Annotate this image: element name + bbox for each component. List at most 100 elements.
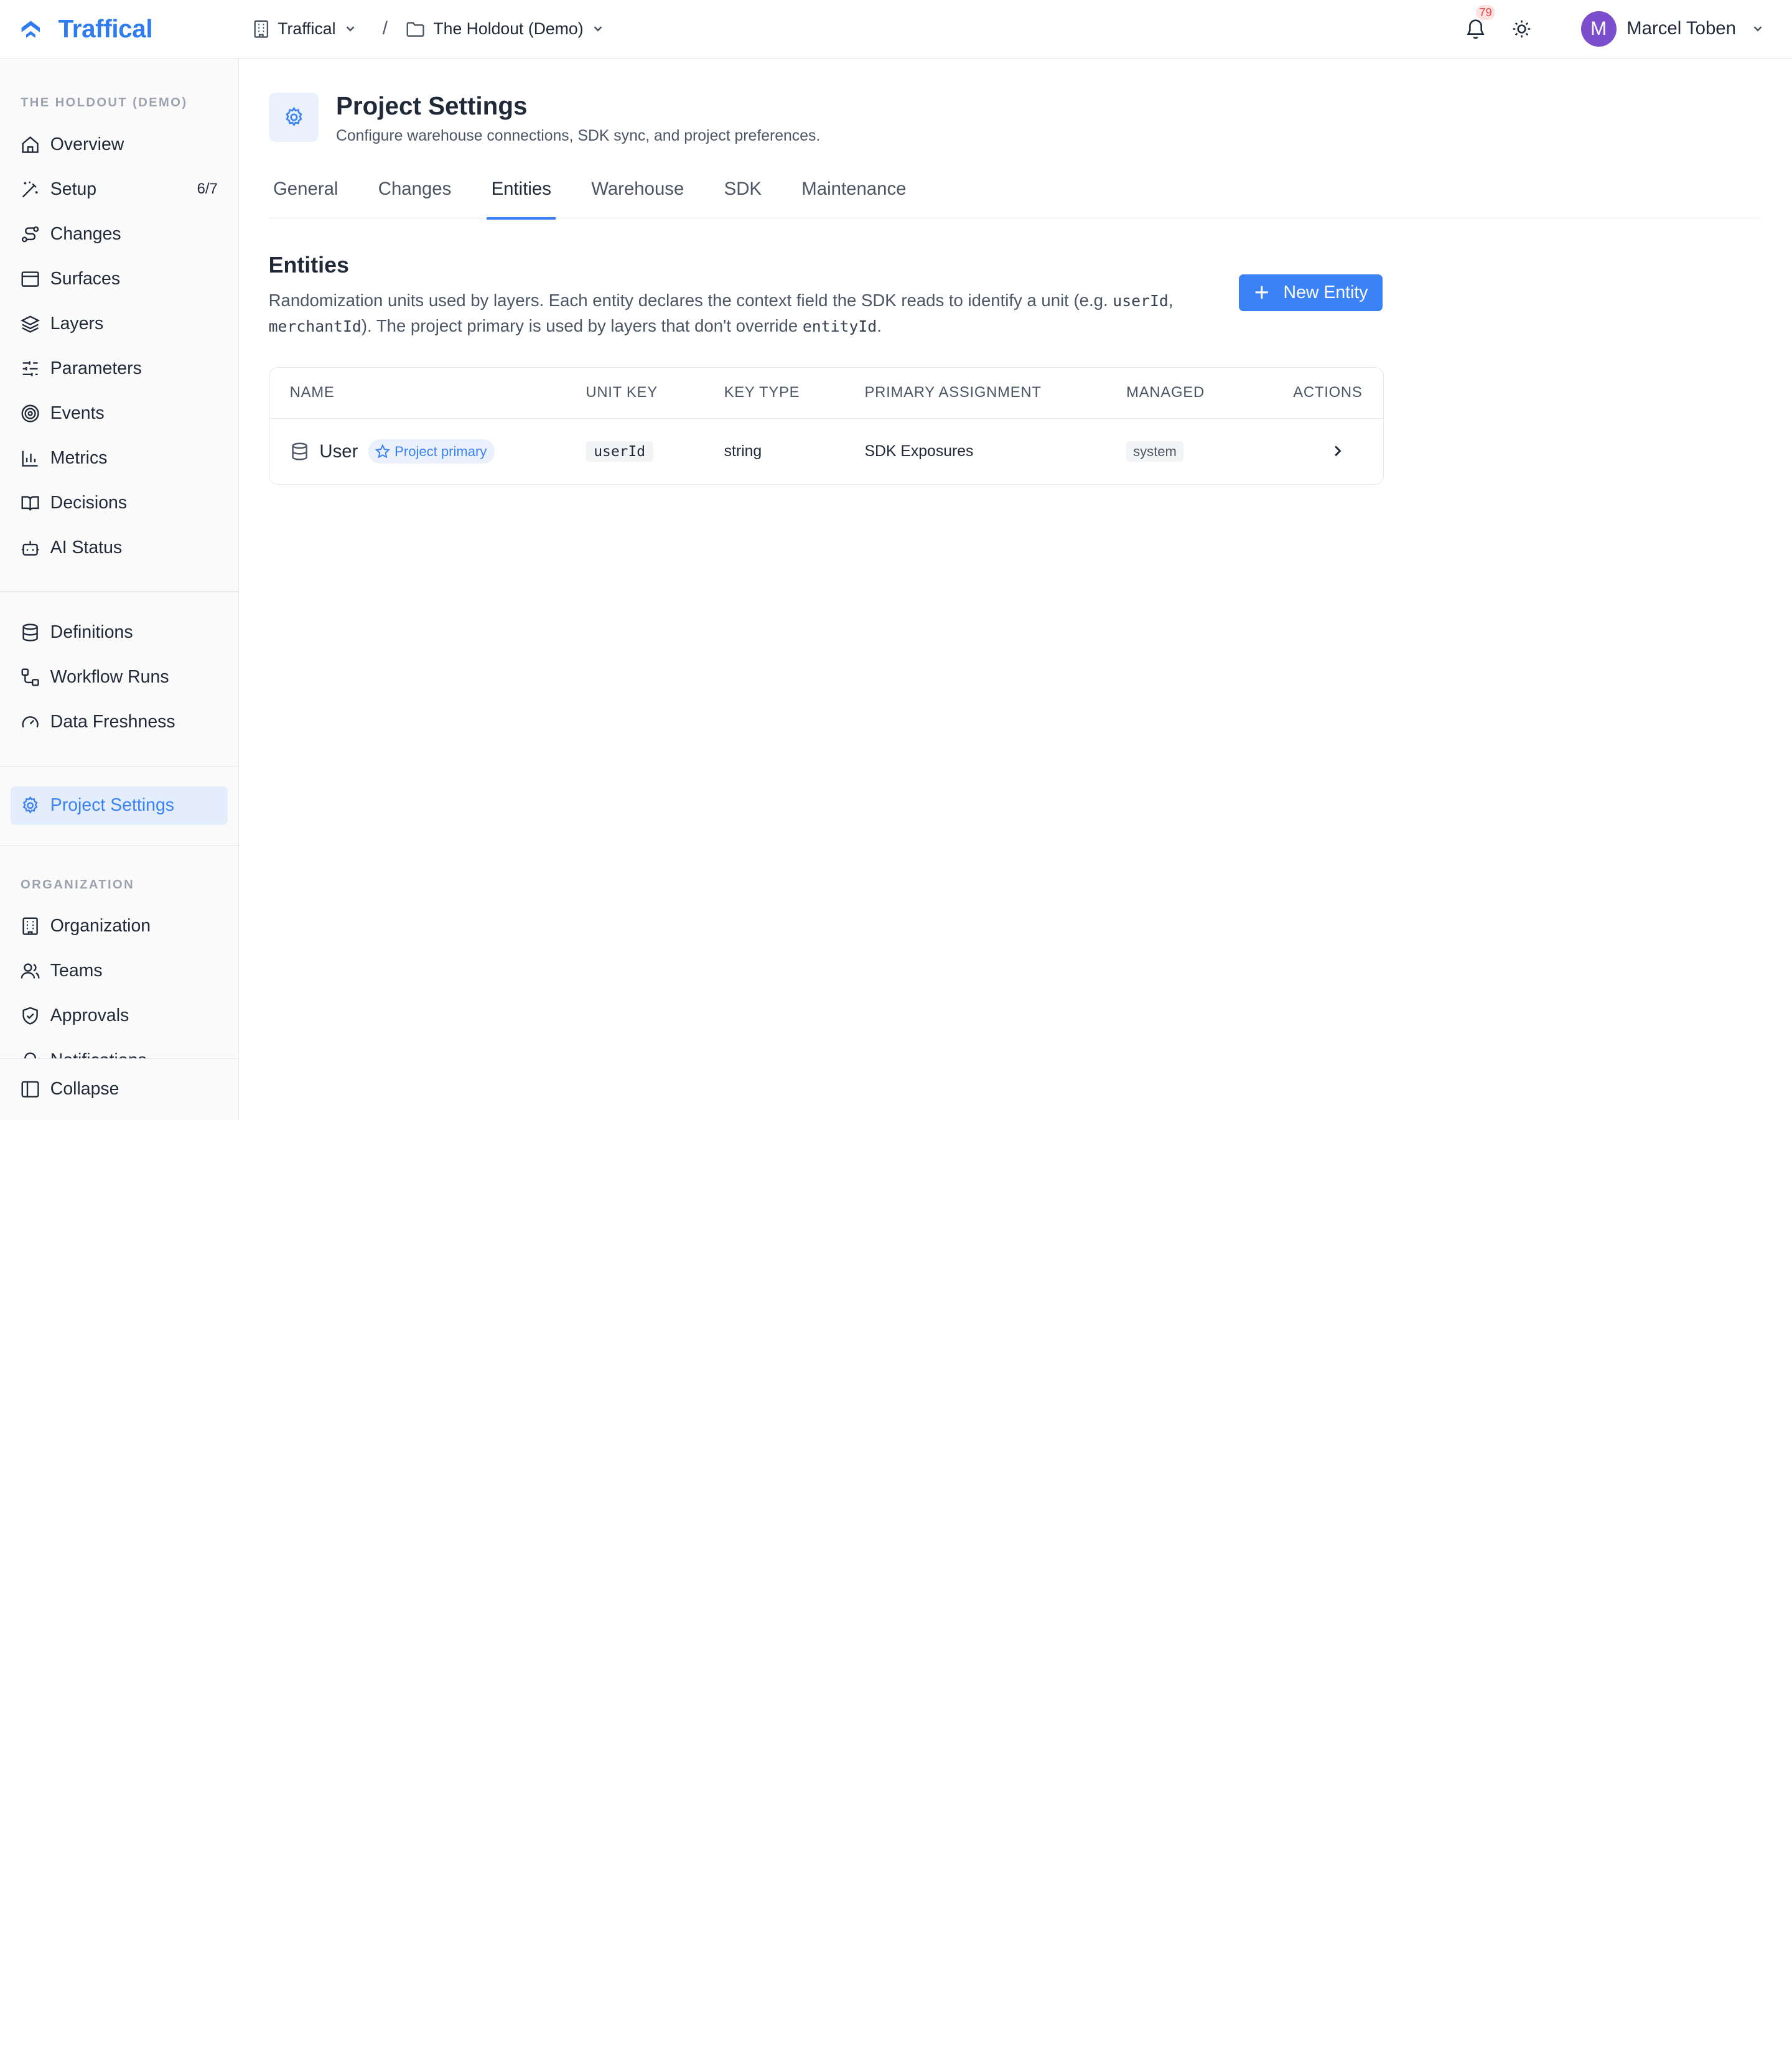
code-snippet: merchantId — [268, 317, 362, 336]
sidebar-item-project-settings[interactable]: Project Settings — [10, 786, 228, 826]
workflow-icon — [21, 668, 39, 686]
notification-count-badge: 79 — [1475, 4, 1496, 20]
org-name: Traffical — [278, 19, 336, 38]
sidebar-item-layers[interactable]: Layers — [11, 304, 228, 343]
bar-chart-icon — [22, 450, 38, 467]
home-icon — [22, 136, 39, 153]
managed-badge: system — [1126, 441, 1183, 462]
tab-changes[interactable]: Changes — [373, 171, 455, 218]
tab-maintenance[interactable]: Maintenance — [797, 171, 911, 218]
sidebar-item-label: Decisions — [50, 492, 128, 513]
page-header: Project Settings Configure warehouse con… — [268, 91, 820, 145]
avatar: M — [1580, 11, 1617, 47]
sidebar-item-label: Changes — [50, 223, 121, 244]
brand[interactable]: Traffical — [0, 0, 239, 58]
sidebar-item-metrics[interactable]: Metrics — [11, 439, 228, 477]
sliders-icon — [22, 361, 38, 376]
bot-icon — [21, 541, 39, 556]
gauge-icon — [22, 716, 39, 728]
gear-icon — [285, 106, 302, 126]
column-header-managed: MANAGED — [1126, 384, 1205, 401]
sidebar-item-label: Overview — [50, 134, 124, 154]
table-row[interactable]: User Project primary userId string SDK E… — [269, 419, 1384, 484]
sun-icon — [1513, 20, 1530, 38]
sidebar-item-decisions[interactable]: Decisions — [11, 483, 228, 522]
sidebar-item-label: AI Status — [50, 537, 123, 557]
new-entity-button[interactable]: New Entity — [1238, 274, 1383, 311]
project-switcher[interactable]: The Holdout (Demo) — [406, 19, 605, 39]
chevron-right-icon — [1335, 445, 1342, 456]
settings-tabs: General Changes Entities Warehouse SDK M… — [268, 171, 1762, 220]
plus-icon — [1255, 286, 1268, 299]
sidebar-item-label: Data Freshness — [50, 711, 175, 732]
database-icon — [22, 623, 38, 641]
sidebar-item-label: Events — [50, 403, 105, 423]
entity-name-cell: User Project primary — [290, 439, 495, 464]
sidebar-item-surfaces[interactable]: Surfaces — [11, 259, 228, 298]
sidebar-item-definitions[interactable]: Definitions — [11, 613, 228, 651]
user-menu[interactable]: M Marcel Toben — [1580, 11, 1765, 47]
sidebar: THE HOLDOUT (DEMO) Overview Setup 6/7 Ch… — [0, 58, 239, 1120]
new-entity-label: New Entity — [1283, 282, 1368, 302]
app-root: Traffical Traffical / The Holdout (Demo)… — [0, 0, 1792, 1120]
code-snippet: userId — [1113, 291, 1169, 310]
traffical-logo-icon — [21, 21, 40, 39]
sidebar-collapse-bar: Collapse — [0, 1058, 238, 1120]
sidebar-item-label: Layers — [50, 313, 104, 334]
sidebar-item-label: Workflow Runs — [50, 666, 169, 687]
sidebar-item-changes[interactable]: Changes — [11, 215, 228, 253]
page-title: Project Settings — [335, 91, 528, 120]
sidebar-item-label: Organization — [50, 916, 151, 936]
project-name: The Holdout (Demo) — [433, 19, 584, 38]
bell-icon — [1467, 19, 1485, 39]
sidebar-item-approvals[interactable]: Approvals — [11, 997, 228, 1035]
sidebar-item-workflow-runs[interactable]: Workflow Runs — [11, 658, 228, 696]
collapse-button[interactable]: Collapse — [11, 1070, 228, 1109]
tab-warehouse[interactable]: Warehouse — [587, 171, 689, 218]
sidebar-item-label: Setup — [50, 179, 97, 199]
project-section-label: THE HOLDOUT (DEMO) — [21, 96, 188, 110]
wand-icon — [22, 181, 38, 198]
tab-entities[interactable]: Entities — [487, 171, 557, 220]
sidebar-item-setup[interactable]: Setup 6/7 — [11, 170, 228, 208]
column-header-unit-key: UNIT KEY — [586, 384, 658, 401]
tab-sdk[interactable]: SDK — [719, 171, 766, 218]
sidebar-item-overview[interactable]: Overview — [11, 125, 228, 164]
sidebar-item-label: Parameters — [50, 358, 142, 378]
sidebar-item-label: Teams — [50, 961, 103, 981]
org-switcher[interactable]: Traffical — [253, 19, 357, 39]
window-icon — [21, 271, 39, 287]
sidebar-item-label: Definitions — [50, 622, 133, 642]
breadcrumb: Traffical / The Holdout (Demo) — [239, 0, 605, 58]
sidebar-item-organization[interactable]: Organization — [11, 907, 228, 946]
building-icon — [22, 917, 38, 936]
sidebar-item-data-freshness[interactable]: Data Freshness — [11, 702, 228, 741]
chevron-down-icon — [1753, 26, 1762, 32]
column-header-name: NAME — [289, 384, 335, 401]
sidebar-item-ai-status[interactable]: AI Status — [11, 528, 228, 567]
project-primary-badge: Project primary — [368, 439, 495, 464]
sidebar-item-events[interactable]: Events — [11, 394, 228, 432]
chevron-down-icon — [346, 26, 355, 32]
tab-general[interactable]: General — [269, 171, 343, 218]
sidebar-collapse-icon — [21, 1081, 39, 1098]
column-header-key-type: KEY TYPE — [724, 384, 800, 401]
column-header-primary-assignment: PRIMARY ASSIGNMENT — [864, 384, 1042, 401]
user-name: Marcel Toben — [1626, 18, 1736, 39]
theme-toggle[interactable] — [1508, 15, 1535, 42]
section-description: Randomization units used by layers. Each… — [269, 288, 1217, 340]
folder-icon — [406, 22, 424, 37]
primary-assignment-value: SDK Exposures — [864, 442, 974, 460]
org-section-label: ORGANIZATION — [21, 877, 135, 892]
sidebar-item-teams[interactable]: Teams — [11, 952, 228, 991]
top-right-actions: 79 M Marcel Toben — [1462, 0, 1792, 58]
entities-table: NAME UNIT KEY KEY TYPE PRIMARY ASSIGNMEN… — [268, 366, 1384, 485]
book-icon — [21, 495, 39, 511]
entity-name: User — [319, 441, 358, 462]
sidebar-item-parameters[interactable]: Parameters — [11, 349, 228, 388]
description-text: , — [1168, 290, 1174, 310]
sidebar-item-label: Metrics — [50, 447, 108, 468]
chevron-down-icon — [594, 26, 602, 32]
notifications-button[interactable]: 79 — [1462, 4, 1496, 42]
row-open-button[interactable] — [1330, 443, 1346, 464]
